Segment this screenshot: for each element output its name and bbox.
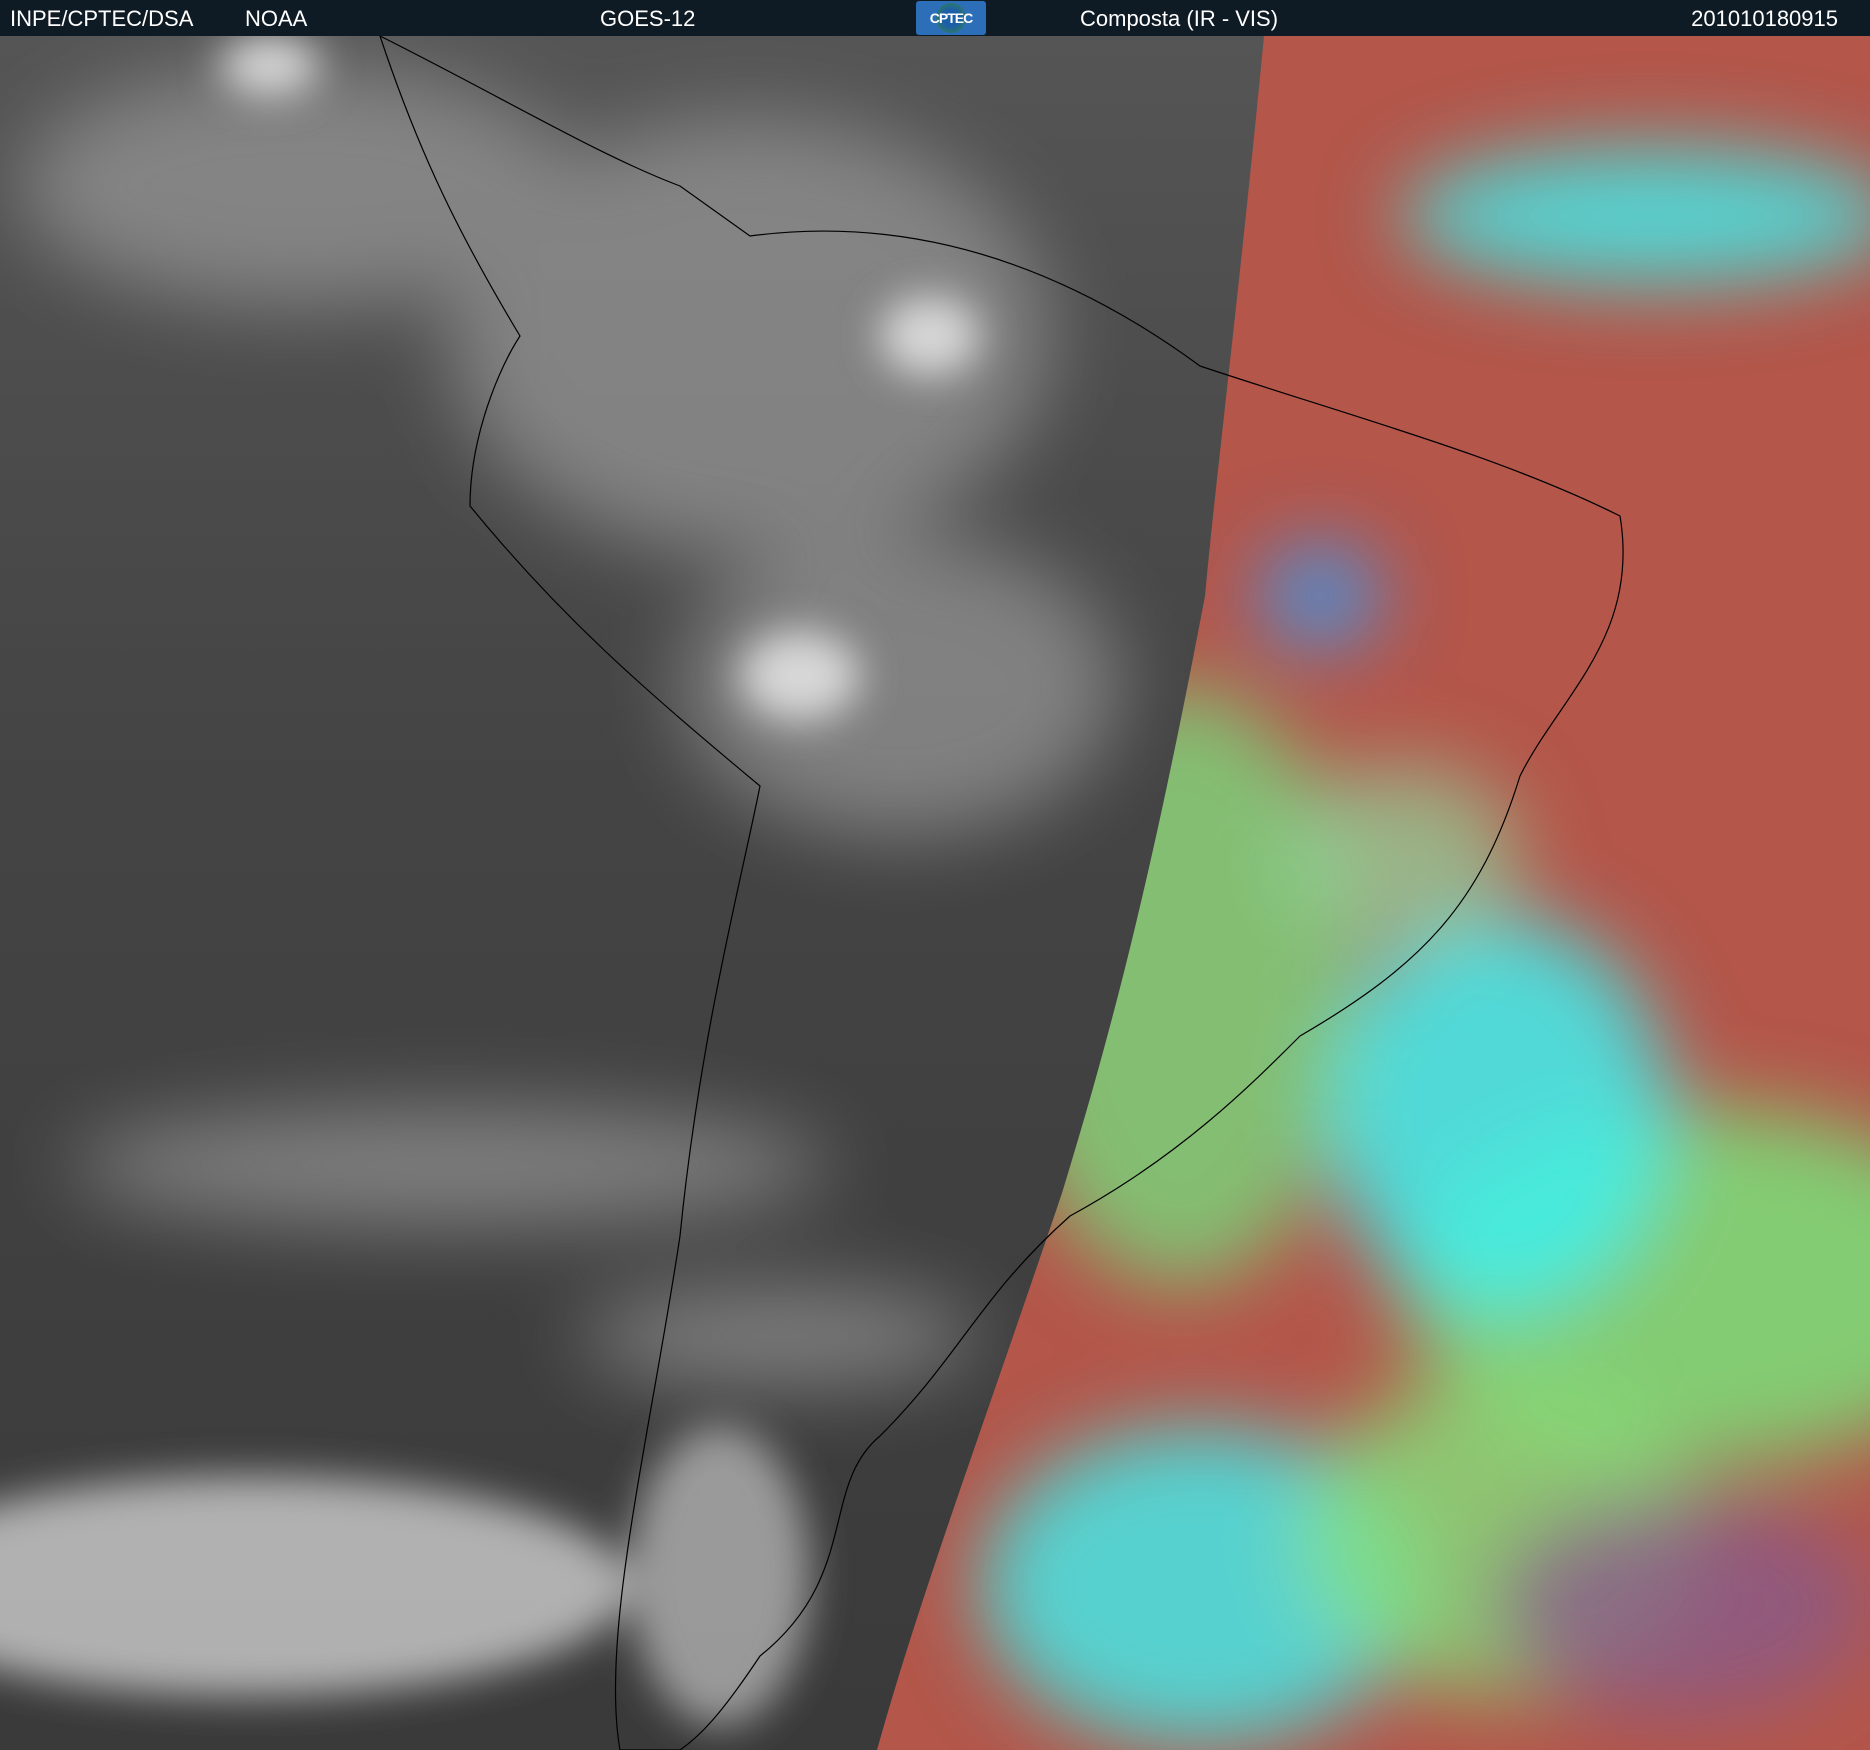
- timestamp-label: 201010180915: [1691, 6, 1838, 31]
- cptec-logo: CPTEC: [916, 1, 986, 35]
- cptec-logo-mark: CPTEC: [930, 3, 973, 33]
- product-label: Composta (IR - VIS): [1080, 6, 1279, 31]
- satellite-image: [0, 36, 1870, 1750]
- satellite-label: GOES-12: [600, 6, 696, 31]
- source-label: INPE/CPTEC/DSA: [10, 6, 194, 31]
- header-bar: INPE/CPTEC/DSA NOAA GOES-12 CPTEC Compos…: [0, 0, 1870, 36]
- agency-label: NOAA: [245, 6, 308, 31]
